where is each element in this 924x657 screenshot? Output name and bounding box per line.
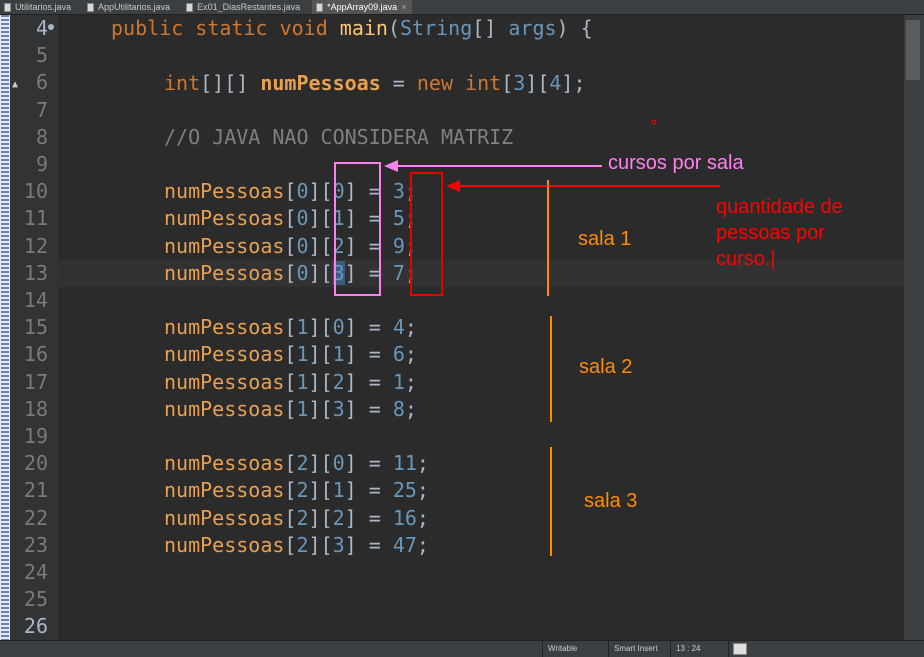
- status-insert-mode[interactable]: Smart Insert: [614, 644, 658, 653]
- status-separator: [728, 641, 729, 657]
- sala3-label: sala 3: [584, 490, 638, 512]
- red-arrowhead: [446, 180, 460, 192]
- status-position: 13 : 24: [676, 644, 701, 653]
- sala1-label: sala 1: [578, 228, 632, 250]
- cursos-label: cursos por sala: [608, 152, 744, 174]
- status-icon[interactable]: [733, 643, 747, 655]
- status-separator: [670, 641, 671, 657]
- status-writable: Writable: [548, 644, 578, 653]
- status-bar: Writable Smart Insert 13 : 24: [0, 640, 924, 657]
- quantidade-label: quantidade de pessoas por curso.|: [716, 196, 843, 270]
- stray-dot: [651, 119, 657, 125]
- status-separator: [608, 641, 609, 657]
- pink-arrowhead: [384, 160, 398, 172]
- status-separator: [542, 641, 543, 657]
- sala2-label: sala 2: [579, 356, 633, 378]
- annotation-arrows: [384, 119, 720, 556]
